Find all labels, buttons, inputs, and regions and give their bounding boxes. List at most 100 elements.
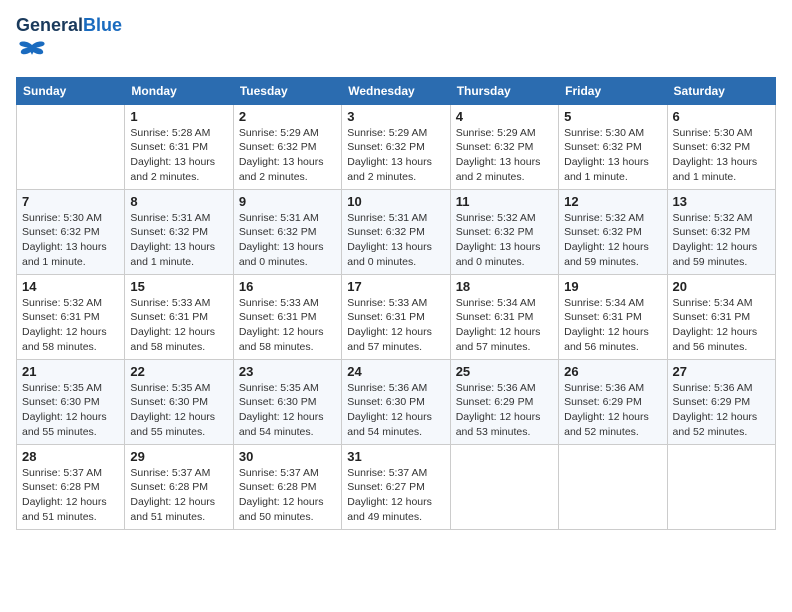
day-number: 14 — [22, 279, 119, 294]
calendar-cell: 5 Sunrise: 5:30 AM Sunset: 6:32 PM Daylig… — [559, 104, 667, 189]
cell-info: Sunrise: 5:31 AM Sunset: 6:32 PM Dayligh… — [347, 211, 444, 270]
day-number: 17 — [347, 279, 444, 294]
cell-info: Sunrise: 5:29 AM Sunset: 6:32 PM Dayligh… — [239, 126, 336, 185]
cell-info: Sunrise: 5:32 AM Sunset: 6:32 PM Dayligh… — [456, 211, 553, 270]
day-number: 5 — [564, 109, 661, 124]
calendar-cell: 13 Sunrise: 5:32 AM Sunset: 6:32 PM Dayli… — [667, 189, 775, 274]
cell-info: Sunrise: 5:36 AM Sunset: 6:30 PM Dayligh… — [347, 381, 444, 440]
day-number: 8 — [130, 194, 227, 209]
cell-info: Sunrise: 5:34 AM Sunset: 6:31 PM Dayligh… — [456, 296, 553, 355]
calendar-cell: 7 Sunrise: 5:30 AM Sunset: 6:32 PM Daylig… — [17, 189, 125, 274]
logo: GeneralBlue — [16, 16, 122, 69]
days-header-row: SundayMondayTuesdayWednesdayThursdayFrid… — [17, 77, 776, 104]
calendar-cell: 12Sunrise: 5:32 AM Sunset: 6:32 PM Dayli… — [559, 189, 667, 274]
day-number: 7 — [22, 194, 119, 209]
calendar-week-row: 7 Sunrise: 5:30 AM Sunset: 6:32 PM Daylig… — [17, 189, 776, 274]
calendar-cell: 4 Sunrise: 5:29 AM Sunset: 6:32 PM Daylig… — [450, 104, 558, 189]
calendar-cell: 18 Sunrise: 5:34 AM Sunset: 6:31 PM Dayli… — [450, 274, 558, 359]
day-number: 18 — [456, 279, 553, 294]
cell-info: Sunrise: 5:30 AM Sunset: 6:32 PM Dayligh… — [22, 211, 119, 270]
day-number: 21 — [22, 364, 119, 379]
day-number: 29 — [130, 449, 227, 464]
day-number: 31 — [347, 449, 444, 464]
day-number: 9 — [239, 194, 336, 209]
column-header-saturday: Saturday — [667, 77, 775, 104]
calendar-cell: 8 Sunrise: 5:31 AM Sunset: 6:32 PM Daylig… — [125, 189, 233, 274]
calendar-cell: 14 Sunrise: 5:32 AM Sunset: 6:31 PM Dayli… — [17, 274, 125, 359]
calendar-cell: 6 Sunrise: 5:30 AM Sunset: 6:32 PM Daylig… — [667, 104, 775, 189]
calendar-cell: 28 Sunrise: 5:37 AM Sunset: 6:28 PM Dayli… — [17, 444, 125, 529]
day-number: 25 — [456, 364, 553, 379]
calendar-cell — [450, 444, 558, 529]
calendar-cell: 11 Sunrise: 5:32 AM Sunset: 6:32 PM Dayli… — [450, 189, 558, 274]
cell-info: Sunrise: 5:35 AM Sunset: 6:30 PM Dayligh… — [130, 381, 227, 440]
day-number: 10 — [347, 194, 444, 209]
calendar-cell: 25Sunrise: 5:36 AM Sunset: 6:29 PM Dayli… — [450, 359, 558, 444]
cell-info: Sunrise: 5:37 AM Sunset: 6:28 PM Dayligh… — [130, 466, 227, 525]
day-number: 28 — [22, 449, 119, 464]
day-number: 27 — [673, 364, 770, 379]
calendar-cell: 1 Sunrise: 5:28 AM Sunset: 6:31 PM Daylig… — [125, 104, 233, 189]
calendar-cell: 27Sunrise: 5:36 AM Sunset: 6:29 PM Dayli… — [667, 359, 775, 444]
cell-info: Sunrise: 5:35 AM Sunset: 6:30 PM Dayligh… — [239, 381, 336, 440]
cell-info: Sunrise: 5:29 AM Sunset: 6:32 PM Dayligh… — [347, 126, 444, 185]
day-number: 3 — [347, 109, 444, 124]
column-header-wednesday: Wednesday — [342, 77, 450, 104]
day-number: 26 — [564, 364, 661, 379]
cell-info: Sunrise: 5:32 AM Sunset: 6:31 PM Dayligh… — [22, 296, 119, 355]
calendar-week-row: 1 Sunrise: 5:28 AM Sunset: 6:31 PM Daylig… — [17, 104, 776, 189]
day-number: 19 — [564, 279, 661, 294]
cell-info: Sunrise: 5:35 AM Sunset: 6:30 PM Dayligh… — [22, 381, 119, 440]
day-number: 2 — [239, 109, 336, 124]
page-header: GeneralBlue — [16, 16, 776, 69]
calendar-cell: 21 Sunrise: 5:35 AM Sunset: 6:30 PM Dayli… — [17, 359, 125, 444]
calendar-week-row: 21 Sunrise: 5:35 AM Sunset: 6:30 PM Dayli… — [17, 359, 776, 444]
column-header-monday: Monday — [125, 77, 233, 104]
cell-info: Sunrise: 5:33 AM Sunset: 6:31 PM Dayligh… — [130, 296, 227, 355]
calendar-cell: 2 Sunrise: 5:29 AM Sunset: 6:32 PM Daylig… — [233, 104, 341, 189]
calendar-cell: 16Sunrise: 5:33 AM Sunset: 6:31 PM Dayli… — [233, 274, 341, 359]
calendar-cell: 19Sunrise: 5:34 AM Sunset: 6:31 PM Dayli… — [559, 274, 667, 359]
day-number: 11 — [456, 194, 553, 209]
calendar-week-row: 14 Sunrise: 5:32 AM Sunset: 6:31 PM Dayli… — [17, 274, 776, 359]
day-number: 15 — [130, 279, 227, 294]
cell-info: Sunrise: 5:37 AM Sunset: 6:28 PM Dayligh… — [22, 466, 119, 525]
day-number: 4 — [456, 109, 553, 124]
calendar-cell — [17, 104, 125, 189]
day-number: 23 — [239, 364, 336, 379]
calendar-cell: 24 Sunrise: 5:36 AM Sunset: 6:30 PM Dayli… — [342, 359, 450, 444]
cell-info: Sunrise: 5:32 AM Sunset: 6:32 PM Dayligh… — [564, 211, 661, 270]
calendar-cell — [667, 444, 775, 529]
calendar-cell: 17 Sunrise: 5:33 AM Sunset: 6:31 PM Dayli… — [342, 274, 450, 359]
cell-info: Sunrise: 5:34 AM Sunset: 6:31 PM Dayligh… — [673, 296, 770, 355]
cell-info: Sunrise: 5:29 AM Sunset: 6:32 PM Dayligh… — [456, 126, 553, 185]
cell-info: Sunrise: 5:37 AM Sunset: 6:28 PM Dayligh… — [239, 466, 336, 525]
cell-info: Sunrise: 5:37 AM Sunset: 6:27 PM Dayligh… — [347, 466, 444, 525]
calendar-cell: 3 Sunrise: 5:29 AM Sunset: 6:32 PM Daylig… — [342, 104, 450, 189]
day-number: 22 — [130, 364, 227, 379]
calendar-cell: 30 Sunrise: 5:37 AM Sunset: 6:28 PM Dayli… — [233, 444, 341, 529]
cell-info: Sunrise: 5:32 AM Sunset: 6:32 PM Dayligh… — [673, 211, 770, 270]
cell-info: Sunrise: 5:33 AM Sunset: 6:31 PM Dayligh… — [347, 296, 444, 355]
cell-info: Sunrise: 5:30 AM Sunset: 6:32 PM Dayligh… — [564, 126, 661, 185]
cell-info: Sunrise: 5:30 AM Sunset: 6:32 PM Dayligh… — [673, 126, 770, 185]
cell-info: Sunrise: 5:28 AM Sunset: 6:31 PM Dayligh… — [130, 126, 227, 185]
cell-info: Sunrise: 5:31 AM Sunset: 6:32 PM Dayligh… — [239, 211, 336, 270]
cell-info: Sunrise: 5:31 AM Sunset: 6:32 PM Dayligh… — [130, 211, 227, 270]
day-number: 16 — [239, 279, 336, 294]
day-number: 30 — [239, 449, 336, 464]
day-number: 20 — [673, 279, 770, 294]
logo-text: GeneralBlue — [16, 16, 122, 36]
calendar-cell: 20 Sunrise: 5:34 AM Sunset: 6:31 PM Dayli… — [667, 274, 775, 359]
calendar-cell: 15 Sunrise: 5:33 AM Sunset: 6:31 PM Dayli… — [125, 274, 233, 359]
column-header-tuesday: Tuesday — [233, 77, 341, 104]
day-number: 24 — [347, 364, 444, 379]
logo-bird-icon — [18, 36, 46, 64]
day-number: 13 — [673, 194, 770, 209]
cell-info: Sunrise: 5:36 AM Sunset: 6:29 PM Dayligh… — [564, 381, 661, 440]
day-number: 6 — [673, 109, 770, 124]
day-number: 1 — [130, 109, 227, 124]
column-header-thursday: Thursday — [450, 77, 558, 104]
calendar-cell: 9 Sunrise: 5:31 AM Sunset: 6:32 PM Daylig… — [233, 189, 341, 274]
calendar-week-row: 28 Sunrise: 5:37 AM Sunset: 6:28 PM Dayli… — [17, 444, 776, 529]
